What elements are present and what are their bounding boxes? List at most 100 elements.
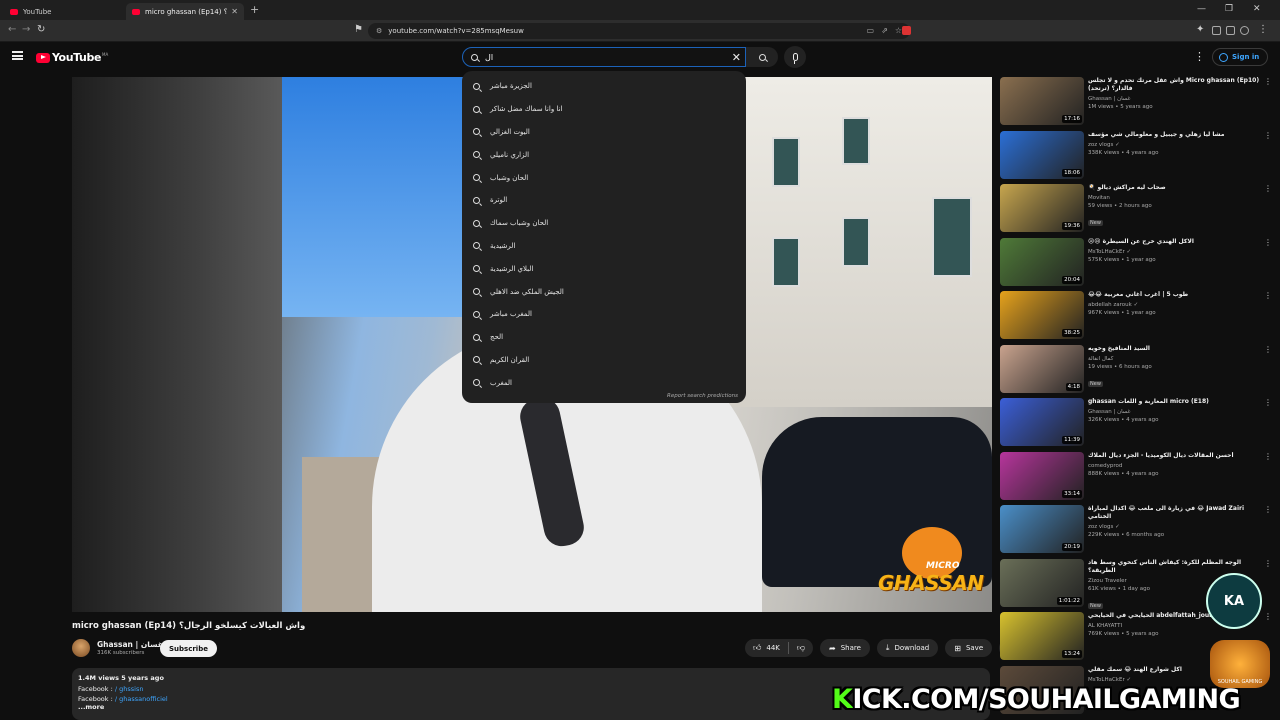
- recommended-video[interactable]: 18:06 مشا ليا زهلي و جيبيل و معلومالي شي …: [1000, 130, 1272, 185]
- recommended-video[interactable]: 20:19 Jawad Zairi 😂 في زيارة الى ملعب 😂 ا…: [1000, 505, 1272, 559]
- video-menu-icon[interactable]: ⋮: [1264, 238, 1272, 247]
- channel-avatar[interactable]: [72, 639, 90, 657]
- suggestion-item[interactable]: الرشيدية: [462, 235, 746, 258]
- video-thumbnail[interactable]: 17:16: [1000, 77, 1084, 125]
- suggestion-item[interactable]: الجيش الملكي ضد الاهلي: [462, 280, 746, 303]
- dislike-button[interactable]: 👎︎: [789, 639, 813, 657]
- channel-name[interactable]: abdellah zarouk ✓: [1088, 302, 1268, 308]
- close-window-icon[interactable]: ✕: [1253, 4, 1261, 14]
- suggestion-item[interactable]: البلاي الرشيدية: [462, 257, 746, 280]
- channel-name[interactable]: zoz vlogs ✓: [1088, 524, 1268, 530]
- cast-icon[interactable]: ▭: [866, 26, 874, 35]
- video-menu-icon[interactable]: ⋮: [1264, 131, 1272, 140]
- browser-tab-video[interactable]: micro ghassan (Ep14) واش العيالات كيسلخو…: [126, 3, 244, 20]
- new-tab-button[interactable]: +: [250, 3, 259, 16]
- maximize-icon[interactable]: ❐: [1225, 4, 1233, 14]
- channel-name[interactable]: zoz vlogs ✓: [1088, 142, 1268, 148]
- video-thumbnail[interactable]: 19:36: [1000, 184, 1084, 232]
- channel-name[interactable]: كمال انفالة: [1088, 356, 1268, 362]
- extension-icon[interactable]: [902, 26, 911, 35]
- video-title[interactable]: مشا ليا زهلي و جيبيل و معلومالي شي مؤسف: [1088, 131, 1268, 139]
- suggestion-item[interactable]: الوترة: [462, 189, 746, 212]
- video-thumbnail[interactable]: 18:06: [1000, 130, 1084, 179]
- channel-name[interactable]: Ghassan | غسان: [1088, 96, 1268, 102]
- sidepanel-icon[interactable]: [1226, 26, 1235, 35]
- suggestion-item[interactable]: الحج: [462, 326, 746, 349]
- bookmark-icon[interactable]: ⚑: [354, 24, 363, 35]
- channel-watermark[interactable]: MICRO GHASSAN: [878, 527, 984, 597]
- video-thumbnail[interactable]: 1:01:22: [1000, 558, 1084, 607]
- video-menu-icon[interactable]: ⋮: [1264, 452, 1272, 461]
- facebook-link[interactable]: / ghassanofficiel: [115, 695, 168, 703]
- video-title[interactable]: طوب 5 | أغرب أغاني مغربية 😂😂: [1088, 291, 1268, 299]
- save-button[interactable]: ⊞ Save: [945, 639, 993, 657]
- channel-name[interactable]: comedyprod: [1088, 463, 1268, 469]
- suggestion-item[interactable]: اليوت الغزالي: [462, 121, 746, 144]
- download-button[interactable]: ⤓ Download: [876, 639, 939, 657]
- settings-menu-icon[interactable]: ⋮: [1194, 50, 1205, 63]
- minimize-icon[interactable]: —: [1197, 4, 1206, 14]
- suggestion-item[interactable]: الحان وشباب سماك: [462, 212, 746, 235]
- video-title[interactable]: أحسن المقالات ديال الكوميديا - الجزء ديا…: [1088, 452, 1268, 460]
- search-input[interactable]: ال ✕: [462, 47, 746, 67]
- video-menu-icon[interactable]: ⋮: [1264, 505, 1272, 514]
- video-thumbnail[interactable]: 13:24: [1000, 612, 1084, 660]
- star-icon[interactable]: ☆: [895, 26, 902, 35]
- guide-menu-icon[interactable]: [12, 51, 23, 60]
- video-title[interactable]: micro (E18) المغاربة و اللغات ghassan: [1088, 398, 1268, 406]
- video-menu-icon[interactable]: ⋮: [1264, 612, 1272, 621]
- suggestion-item[interactable]: الزاري ناميلي: [462, 143, 746, 166]
- video-menu-icon[interactable]: ⋮: [1264, 184, 1272, 193]
- share-button[interactable]: ➦ Share: [820, 639, 870, 657]
- report-predictions-link[interactable]: Report search predictions: [667, 393, 738, 399]
- recommended-video[interactable]: 17:16 Micro ghassan (Ep10) واش عقل مرتك ت…: [1000, 77, 1272, 131]
- voice-search-button[interactable]: [784, 46, 806, 68]
- video-menu-icon[interactable]: ⋮: [1264, 77, 1272, 86]
- search-button[interactable]: [746, 47, 778, 67]
- downloads-icon[interactable]: [1212, 26, 1221, 35]
- channel-name[interactable]: Ghassan | غسان: [1088, 409, 1268, 415]
- share-page-icon[interactable]: ⇗: [881, 26, 888, 35]
- close-tab-icon[interactable]: ✕: [231, 7, 238, 16]
- video-title[interactable]: الاكل الهندي خرج عن السيطرة 😢😢: [1088, 238, 1268, 246]
- recommended-video[interactable]: 38:25 طوب 5 | أغرب أغاني مغربية 😂😂 abdella…: [1000, 291, 1272, 345]
- browser-tab-youtube[interactable]: YouTube: [4, 3, 122, 20]
- suggestion-item[interactable]: المغرب: [462, 371, 746, 394]
- like-button[interactable]: 👍︎ 44K: [745, 639, 788, 657]
- video-title[interactable]: صحاب ليه مراكش ديالو 🍳: [1088, 184, 1268, 192]
- suggestion-item[interactable]: القران الكريم: [462, 349, 746, 372]
- suggestion-item[interactable]: الحان وشباب: [462, 166, 746, 189]
- video-menu-icon[interactable]: ⋮: [1264, 291, 1272, 300]
- video-thumbnail[interactable]: 38:25: [1000, 291, 1084, 339]
- subscribe-button[interactable]: Subscribe: [160, 640, 217, 657]
- suggestion-item[interactable]: الجزيرة مباشر: [462, 75, 746, 98]
- recommended-video[interactable]: 33:14 أحسن المقالات ديال الكوميديا - الجز…: [1000, 451, 1272, 506]
- clear-search-icon[interactable]: ✕: [732, 51, 741, 64]
- forward-icon[interactable]: →: [22, 24, 30, 35]
- video-title[interactable]: Micro ghassan (Ep10) واش عقل مرتك تحدم و…: [1088, 77, 1268, 93]
- video-thumbnail[interactable]: 20:19: [1000, 505, 1084, 553]
- extensions-puzzle-icon[interactable]: ✦: [1196, 24, 1204, 35]
- address-field[interactable]: ⚙ youtube.com/watch?v=285msqMesuw ▭ ⇗ ☆: [368, 23, 910, 39]
- video-menu-icon[interactable]: ⋮: [1264, 345, 1272, 354]
- profile-icon[interactable]: [1240, 26, 1249, 35]
- reload-icon[interactable]: ↻: [37, 24, 45, 35]
- video-thumbnail[interactable]: 20:04: [1000, 237, 1084, 286]
- channel-name[interactable]: MsToLHaCkEr ✓: [1088, 249, 1268, 255]
- video-title[interactable]: Jawad Zairi 😂 في زيارة الى ملعب 😂 اكدال …: [1088, 505, 1268, 521]
- suggestion-item[interactable]: انا وانا سماك مضل شاكر: [462, 98, 746, 121]
- recommended-video[interactable]: 4:18 السيد المنافيخ وخويه كمال انفالة 19 vi…: [1000, 344, 1272, 399]
- video-title[interactable]: الوجه المظلم للكرة: كيفاش الناس كتخوي وس…: [1088, 559, 1268, 575]
- recommended-video[interactable]: 19:36 صحاب ليه مراكش ديالو 🍳 Movitan 59 vie…: [1000, 184, 1272, 238]
- video-menu-icon[interactable]: ⋮: [1264, 398, 1272, 407]
- back-icon[interactable]: ←: [8, 24, 16, 35]
- channel-name[interactable]: Movitan: [1088, 195, 1268, 201]
- channel-name[interactable]: Ghassan | غسان: [97, 640, 163, 649]
- sign-in-button[interactable]: Sign in: [1212, 48, 1269, 66]
- video-thumbnail[interactable]: 11:39: [1000, 398, 1084, 446]
- youtube-logo[interactable]: YouTube MA: [36, 51, 108, 64]
- suggestion-item[interactable]: المغرب مباشر: [462, 303, 746, 326]
- site-info-icon[interactable]: ⚙: [376, 27, 382, 35]
- video-title[interactable]: السيد المنافيخ وخويه: [1088, 345, 1268, 353]
- recommended-video[interactable]: 11:39 micro (E18) المغاربة و اللغات ghass…: [1000, 398, 1272, 452]
